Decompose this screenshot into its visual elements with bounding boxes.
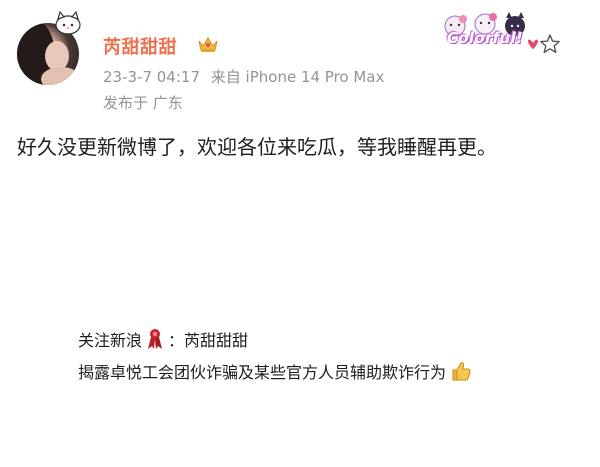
badge-text: Colorful! (447, 29, 524, 47)
post-content: 好久没更新微博了，欢迎各位来吃瓜，等我睡醒再更。 (17, 135, 497, 159)
username[interactable]: 芮甜甜甜 (103, 33, 177, 59)
thumbs-up-icon (452, 362, 471, 381)
crown-icon (198, 37, 218, 52)
caption-suffix: ：芮甜甜甜 (168, 331, 249, 350)
caption-text: 揭露卓悦工会团伙诈骗及某些官方人员辅助欺诈行为 (78, 363, 447, 382)
caption-line-1: 关注新浪 ：芮甜甜甜 (78, 327, 248, 351)
caption-line-2: 揭露卓悦工会团伙诈骗及某些官方人员辅助欺诈行为 (78, 359, 476, 383)
post-meta: 23-3-7 04:17 来自 iPhone 14 Pro Max (103, 66, 384, 87)
red-ribbon-icon (148, 329, 163, 349)
post-source: 来自 iPhone 14 Pro Max (210, 68, 385, 86)
avatar-shoulder (41, 67, 79, 85)
post-timestamp: 23-3-7 04:17 (103, 68, 200, 86)
caption-prefix: 关注新浪 (78, 331, 143, 350)
star-outline-icon[interactable] (539, 33, 561, 55)
post-location: 发布于 广东 (103, 94, 183, 112)
cat-avatar-decoration-icon (55, 10, 81, 35)
